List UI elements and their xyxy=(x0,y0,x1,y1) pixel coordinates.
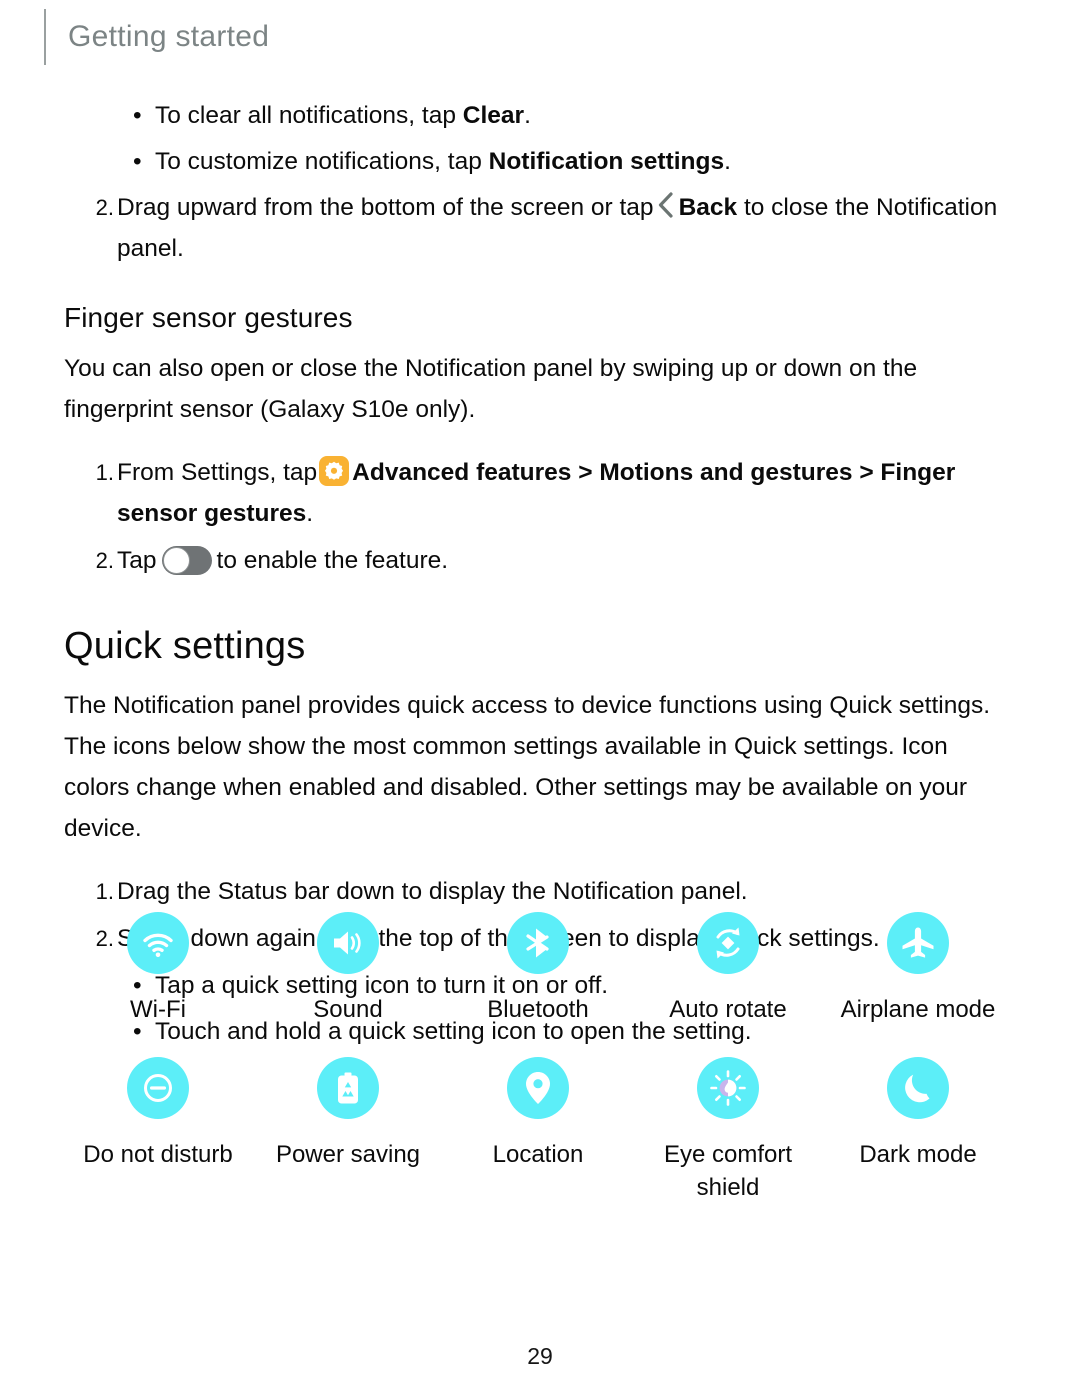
numbered-list-item: 1. From Settings, tap Advanced features >… xyxy=(0,452,1080,534)
bullet-marker: • xyxy=(133,148,142,175)
toggle-switch-icon xyxy=(161,546,212,575)
step-text-a: Tap xyxy=(117,547,157,574)
paragraph-quick-settings: The Notification panel provides quick ac… xyxy=(64,692,991,842)
do-not-disturb-icon[interactable] xyxy=(127,1057,189,1119)
quick-setting-airplane-mode[interactable]: Airplane mode xyxy=(823,912,1013,1026)
list-number: 1. xyxy=(95,460,114,485)
bluetooth-icon[interactable] xyxy=(507,912,569,974)
numbered-list-item: 2. Tap to enable the feature. xyxy=(0,540,1080,581)
numbered-list-item: 2. Drag upward from the bottom of the sc… xyxy=(0,187,1080,269)
icon-label: Dark mode xyxy=(859,1141,977,1168)
icon-label: Location xyxy=(492,1141,584,1168)
back-chevron-icon xyxy=(657,191,674,219)
bullet-marker: • xyxy=(133,102,142,129)
list-number: 2. xyxy=(95,195,114,220)
list-number: 2. xyxy=(95,548,114,573)
quick-settings-icon-grid-row-2: Do not disturb Power saving Location Eye… xyxy=(0,1057,1080,1204)
section-heading-finger-sensor: Finger sensor gestures xyxy=(64,302,353,333)
step-text-a: From Settings, tap xyxy=(117,459,318,486)
bullet-1-bold: Clear xyxy=(462,102,525,129)
bullet-2-bold: Notification settings xyxy=(488,148,725,175)
quick-setting-bluetooth[interactable]: Bluetooth xyxy=(443,912,633,1026)
toggle-knob xyxy=(162,547,190,574)
numbered-list-item: 1. Drag the Status bar down to display t… xyxy=(0,871,1080,912)
eye-comfort-shield-icon[interactable] xyxy=(697,1057,759,1119)
list-item: • To clear all notifications, tap Clear. xyxy=(0,95,1080,136)
airplane-mode-icon[interactable] xyxy=(887,912,949,974)
icon-label: Wi-Fi xyxy=(130,996,186,1023)
bullet-1-text-suffix: . xyxy=(524,102,531,129)
icon-label: Auto rotate xyxy=(669,996,787,1023)
icon-label: Do not disturb xyxy=(83,1141,233,1168)
quick-setting-wifi[interactable]: Wi-Fi xyxy=(63,912,253,1026)
quick-setting-location[interactable]: Location xyxy=(443,1057,633,1204)
step-text-b: . xyxy=(306,500,314,527)
dark-mode-icon[interactable] xyxy=(887,1057,949,1119)
section-heading-quick-settings: Quick settings xyxy=(64,625,306,667)
settings-gear-icon xyxy=(319,456,350,486)
quick-setting-sound[interactable]: Sound xyxy=(253,912,443,1026)
page-running-header: Getting started xyxy=(44,8,269,66)
step-text-a: Drag upward from the bottom of the scree… xyxy=(117,194,654,221)
header-divider-rule xyxy=(44,9,46,65)
quick-setting-eye-comfort-shield[interactable]: Eye comfort shield xyxy=(633,1057,823,1204)
list-number: 1. xyxy=(95,879,114,904)
bullet-2-text-prefix: To customize notifications, tap xyxy=(155,148,489,175)
step-text-b: to enable the feature. xyxy=(216,547,449,574)
icon-label: Sound xyxy=(313,996,383,1023)
quick-setting-dark-mode[interactable]: Dark mode xyxy=(823,1057,1013,1204)
power-saving-icon[interactable] xyxy=(317,1057,379,1119)
auto-rotate-icon[interactable] xyxy=(697,912,759,974)
location-icon[interactable] xyxy=(507,1057,569,1119)
page-number: 29 xyxy=(527,1343,553,1369)
quick-setting-auto-rotate[interactable]: Auto rotate xyxy=(633,912,823,1026)
quick-setting-power-saving[interactable]: Power saving xyxy=(253,1057,443,1204)
icon-label: Eye comfort shield xyxy=(663,1141,793,1201)
wifi-icon[interactable] xyxy=(127,912,189,974)
bullet-1-text-prefix: To clear all notifications, tap xyxy=(155,102,463,129)
quick-settings-icon-grid-row-1: Wi-Fi Sound Bluetooth Auto rotate Airpla… xyxy=(0,912,1080,1026)
step-text: Drag the Status bar down to display the … xyxy=(117,878,748,905)
bullet-2-text-suffix: . xyxy=(724,148,731,175)
icon-label: Bluetooth xyxy=(487,996,589,1023)
quick-setting-do-not-disturb[interactable]: Do not disturb xyxy=(63,1057,253,1204)
sound-icon[interactable] xyxy=(317,912,379,974)
list-item: • To customize notifications, tap Notifi… xyxy=(0,141,1080,182)
paragraph-finger-sensor: You can also open or close the Notificat… xyxy=(64,355,918,423)
icon-label: Power saving xyxy=(275,1141,421,1168)
icon-label: Airplane mode xyxy=(840,996,996,1023)
step-bold-back: Back xyxy=(678,194,738,221)
page-title: Getting started xyxy=(68,20,270,53)
